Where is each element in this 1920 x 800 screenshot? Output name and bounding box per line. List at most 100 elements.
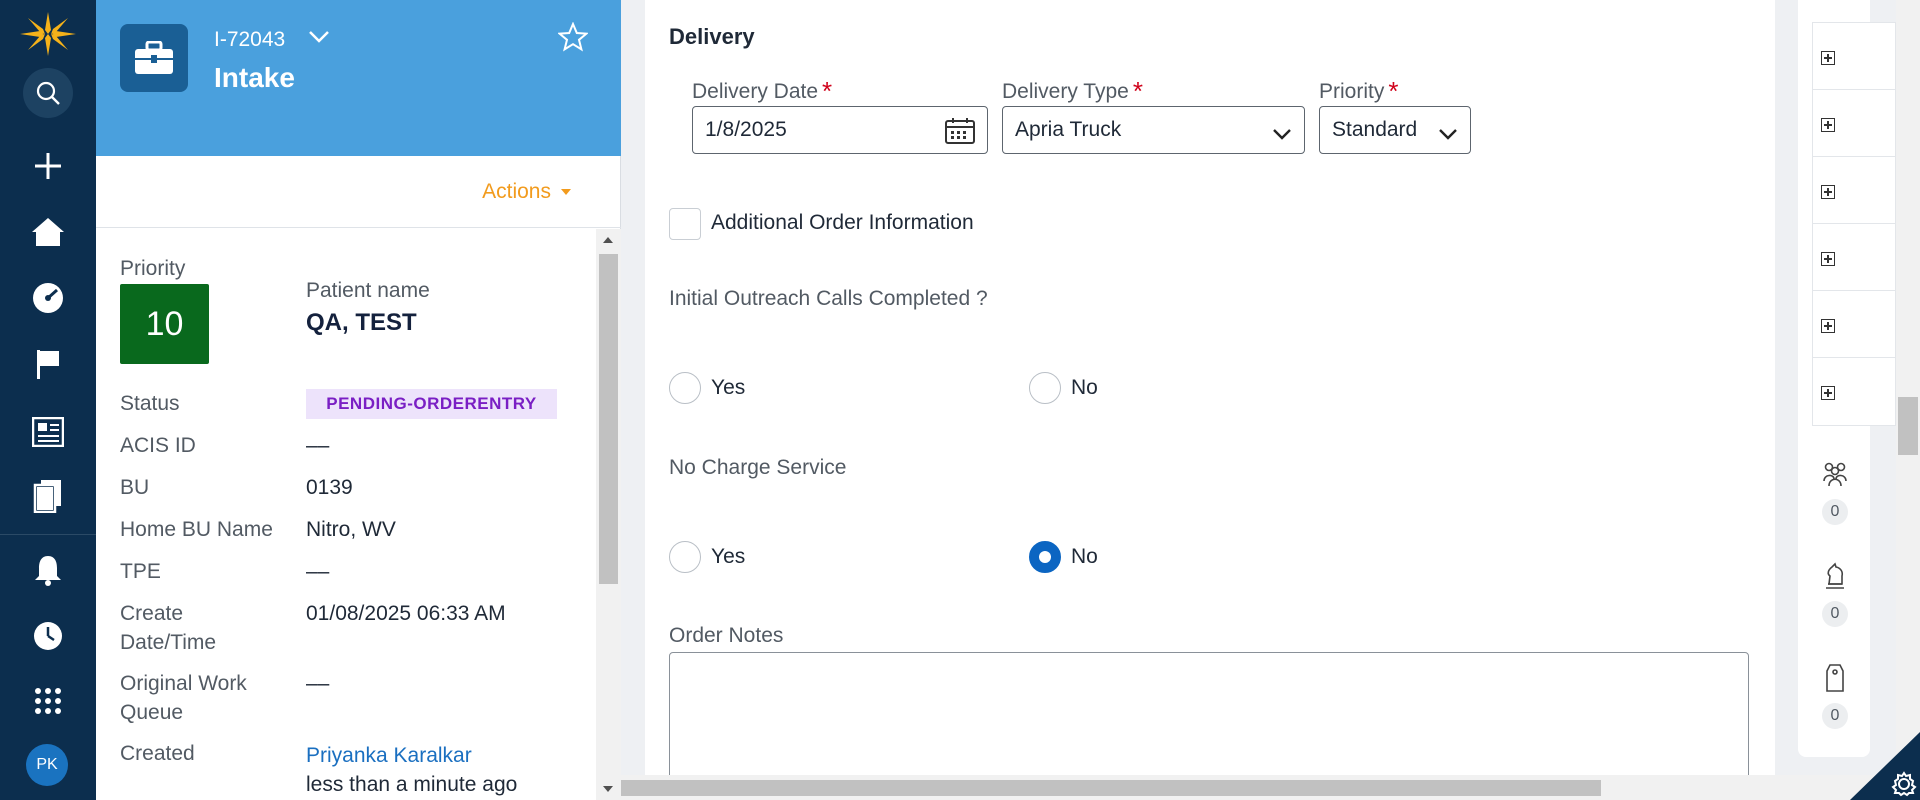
settings-corner[interactable] (1850, 732, 1920, 800)
home-bu-value: Nitro, WV (306, 518, 396, 541)
chess-knight-icon[interactable] (1820, 561, 1850, 591)
delivery-card: Delivery Delivery Date * 1/8/2025 Deliver… (645, 0, 1775, 775)
search-icon[interactable] (23, 68, 73, 118)
patient-name-label: Patient name (306, 279, 430, 302)
priority-label: Priority * (1319, 76, 1399, 106)
logo-icon[interactable] (16, 10, 80, 60)
expand-plus-icon[interactable] (1821, 252, 1835, 266)
no-charge-question: No Charge Service (669, 456, 847, 479)
bu-label: BU (120, 476, 150, 499)
home-icon[interactable] (28, 212, 68, 252)
case-details-scrollbar[interactable] (596, 229, 621, 800)
expander-list (1812, 22, 1896, 426)
expand-plus-icon[interactable] (1821, 51, 1835, 65)
delivery-type-select[interactable]: Apria Truck (1002, 106, 1305, 154)
history-icon[interactable] (28, 616, 68, 656)
flag-icon[interactable] (28, 344, 68, 384)
delivery-date-label: Delivery Date * (692, 76, 833, 106)
create-date-label: Create Date/Time (120, 602, 217, 654)
acis-id-value: –– (306, 434, 330, 457)
plus-icon[interactable] (28, 146, 68, 186)
outreach-question: Initial Outreach Calls Completed ? (669, 287, 988, 310)
competitors-count: 0 (1822, 601, 1848, 627)
priority-value: 10 (120, 284, 209, 364)
expander-6[interactable] (1813, 358, 1895, 425)
caret-down-icon (561, 189, 571, 196)
expander-5[interactable] (1813, 291, 1895, 358)
utilities-rail: 0 0 0 (1798, 0, 1896, 757)
people-icon[interactable] (1820, 459, 1850, 489)
delivery-date-field[interactable]: 1/8/2025 (692, 106, 988, 154)
case-header: I-72043 Intake (96, 0, 621, 156)
scrollbar-thumb[interactable] (1898, 397, 1918, 455)
chevron-down-icon[interactable] (308, 30, 330, 49)
outreach-yes-label: Yes (711, 376, 746, 399)
horizontal-scrollbar[interactable] (621, 775, 1920, 800)
priority-label: Priority (120, 257, 186, 280)
expand-plus-icon[interactable] (1821, 118, 1835, 132)
page-scrollbar[interactable] (1896, 0, 1920, 775)
no-charge-no-radio[interactable] (1029, 541, 1061, 573)
scroll-up-icon[interactable] (603, 237, 613, 243)
no-charge-yes-label: Yes (711, 545, 746, 568)
chevron-down-icon (1438, 123, 1458, 147)
expander-2[interactable] (1813, 90, 1895, 157)
delivery-type-label: Delivery Type * (1002, 76, 1143, 106)
scrollbar-thumb[interactable] (599, 254, 618, 584)
tpe-value: –– (306, 560, 330, 583)
status-badge: PENDING-ORDERENTRY (306, 389, 557, 419)
expand-plus-icon[interactable] (1821, 386, 1835, 400)
additional-order-info-label: Additional Order Information (711, 211, 974, 234)
star-icon[interactable] (556, 21, 590, 57)
no-charge-no-label: No (1071, 545, 1098, 568)
expander-3[interactable] (1813, 157, 1895, 224)
scroll-down-icon[interactable] (603, 786, 613, 792)
avatar[interactable]: PK (26, 744, 68, 786)
bell-icon[interactable] (28, 550, 68, 590)
left-nav: PK (0, 0, 96, 800)
documents-icon[interactable] (28, 476, 68, 516)
section-title: Delivery (669, 24, 755, 49)
tags-count: 0 (1822, 703, 1848, 729)
home-bu-label: Home BU Name (120, 518, 273, 541)
news-icon[interactable] (28, 412, 68, 452)
patient-name: QA, TEST (306, 309, 417, 336)
no-charge-yes-radio[interactable] (669, 541, 701, 573)
create-date-value: 01/08/2025 06:33 AM (306, 602, 506, 625)
status-label: Status (120, 392, 180, 415)
calendar-icon[interactable] (945, 118, 975, 150)
main-content: Delivery Delivery Date * 1/8/2025 Deliver… (621, 0, 1798, 775)
expand-plus-icon[interactable] (1821, 185, 1835, 199)
scrollbar-thumb[interactable] (621, 780, 1601, 796)
outreach-yes-radio[interactable] (669, 372, 701, 404)
priority-select[interactable]: Standard (1319, 106, 1471, 154)
bu-value: 0139 (306, 476, 353, 499)
case-title: Intake (214, 62, 295, 93)
expand-plus-icon[interactable] (1821, 319, 1835, 333)
order-notes-textarea[interactable] (669, 652, 1749, 775)
tpe-label: TPE (120, 560, 161, 583)
original-work-queue-value: –– (306, 672, 330, 695)
outreach-no-radio[interactable] (1029, 372, 1061, 404)
original-work-queue-label: Original Work Queue (120, 672, 247, 724)
tag-icon[interactable] (1820, 663, 1850, 693)
outreach-no-label: No (1071, 376, 1098, 399)
created-label: Created (120, 742, 195, 765)
actions-menu-button[interactable]: Actions (482, 180, 571, 204)
acis-id-label: ACIS ID (120, 434, 196, 457)
expander-4[interactable] (1813, 224, 1895, 291)
expander-1[interactable] (1813, 23, 1895, 90)
additional-order-info-checkbox[interactable] (669, 208, 701, 240)
people-count: 0 (1822, 499, 1848, 525)
apps-grid-icon[interactable] (28, 681, 68, 721)
dashboard-icon[interactable] (28, 278, 68, 318)
actions-bar: Actions (96, 156, 621, 228)
case-summary-panel: I-72043 Intake Actions Priority 10 Patie… (96, 0, 621, 800)
case-id: I-72043 (214, 28, 286, 51)
case-details: Priority 10 Patient name QA, TEST Status… (96, 229, 596, 800)
created-by-link[interactable]: Priyanka Karalkar (306, 741, 472, 770)
created-relative-time: less than a minute ago (306, 773, 518, 796)
chevron-down-icon (1272, 123, 1292, 147)
briefcase-icon (120, 24, 188, 92)
order-notes-label: Order Notes (669, 624, 784, 647)
